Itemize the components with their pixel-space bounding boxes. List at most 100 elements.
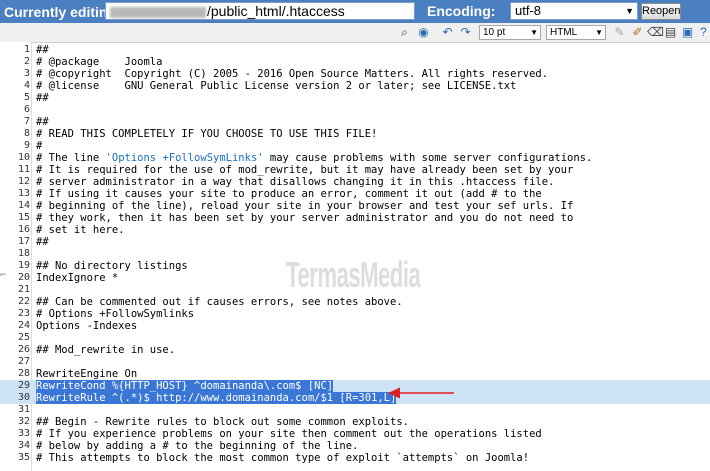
chevron-down-icon: ▼ xyxy=(530,28,538,37)
line-number: 18 xyxy=(17,248,30,259)
code-line[interactable]: 27 xyxy=(0,356,710,368)
line-number: 26 xyxy=(17,344,30,355)
code-line[interactable]: 28 RewriteEngine On xyxy=(0,368,710,380)
code-text: ## No directory listings xyxy=(36,260,188,272)
code-segment: ## No directory listings xyxy=(36,260,188,272)
help-icon[interactable]: ? xyxy=(696,25,710,40)
line-number: 28 xyxy=(17,368,30,379)
goto-icon[interactable]: ◉ xyxy=(416,25,431,40)
code-line[interactable]: 5 ## xyxy=(0,92,710,104)
line-number: 33 xyxy=(17,428,30,439)
encoding-select[interactable]: utf-8 ▼ xyxy=(510,2,638,20)
code-line[interactable]: 12 # server administrator in a way that d… xyxy=(0,176,710,188)
code-line[interactable]: 11 # It is required for the use of mod_re… xyxy=(0,164,710,176)
code-segment: # @copyright Copyright (C) 2005 - 2016 O… xyxy=(36,68,549,80)
code-line[interactable]: 29 RewriteCond %{HTTP_HOST} ^domainanda\.… xyxy=(0,380,710,392)
redo-icon[interactable]: ↷ xyxy=(458,25,473,40)
string-literal: 'Options +FollowSymLinks' xyxy=(105,152,264,164)
line-number: 8 xyxy=(23,128,30,139)
line-number: 24 xyxy=(17,320,30,331)
code-text: # This attempts to block the most common… xyxy=(36,452,529,464)
code-line[interactable]: 33 # If you experience problems on your s… xyxy=(0,428,710,440)
code-segment: ## xyxy=(36,236,49,248)
code-line[interactable]: 26 ## Mod_rewrite in use. xyxy=(0,344,710,356)
syntax-value: HTML xyxy=(550,27,578,38)
code-text: Options -Indexes xyxy=(36,320,137,332)
code-text: ## Can be commented out if causes errors… xyxy=(36,296,403,308)
line-number: 14 xyxy=(17,200,30,211)
code-line[interactable]: 8 # READ THIS COMPLETELY IF YOU CHOOSE TO… xyxy=(0,128,710,140)
search-icon[interactable]: ⌕ xyxy=(397,25,412,40)
code-line[interactable]: 31 xyxy=(0,404,710,416)
watermark: TermasMedia xyxy=(286,254,421,295)
code-line[interactable]: 22 ## Can be commented out if causes erro… xyxy=(0,296,710,308)
font-size-value: 10 pt xyxy=(483,27,506,38)
file-path-input[interactable]: /public_html/.htaccess xyxy=(105,2,415,20)
code-line[interactable]: 16 # set it here. xyxy=(0,224,710,236)
code-line[interactable]: 3 # @copyright Copyright (C) 2005 - 2016 … xyxy=(0,68,710,80)
save-icon[interactable]: ▣ xyxy=(680,25,695,40)
code-line[interactable]: 14 # beginning of the line), reload your … xyxy=(0,200,710,212)
line-number: 31 xyxy=(17,404,30,415)
code-text: # If you experience problems on your sit… xyxy=(36,428,542,440)
code-line[interactable]: 35 # This attempts to block the most comm… xyxy=(0,452,710,464)
highlight-icon[interactable]: ✐ xyxy=(630,25,645,40)
code-line[interactable]: 6 xyxy=(0,104,710,116)
code-line[interactable]: 23 # Options +FollowSymlinks xyxy=(0,308,710,320)
code-line[interactable]: 17 ## xyxy=(0,236,710,248)
code-segment: IndexIgnore * xyxy=(36,272,119,284)
code-line[interactable]: 1 ## xyxy=(0,44,710,56)
code-line[interactable]: 24 Options -Indexes xyxy=(0,320,710,332)
code-segment: # set it here. xyxy=(36,224,125,236)
code-text: # @package Joomla xyxy=(36,56,162,68)
code-line[interactable]: 7 ## xyxy=(0,116,710,128)
line-number: 11 xyxy=(17,164,30,175)
code-segment: ## Can be commented out if causes errors… xyxy=(36,296,403,308)
code-line[interactable]: 15 # they work, then it has been set by y… xyxy=(0,212,710,224)
code-line[interactable]: 30 RewriteRule ^(.*)$ http://www.domainan… xyxy=(0,392,710,404)
code-text: IndexIgnore * xyxy=(36,272,118,284)
reopen-button[interactable]: Reopen xyxy=(641,3,681,20)
code-line[interactable]: 13 # If using it causes your site to prod… xyxy=(0,188,710,200)
code-line[interactable]: 4 # @license GNU General Public License v… xyxy=(0,80,710,92)
line-number: 9 xyxy=(23,140,30,151)
code-line[interactable]: 25 xyxy=(0,332,710,344)
code-segment: Options -Indexes xyxy=(36,320,138,332)
code-line[interactable]: 2 # @package Joomla xyxy=(0,56,710,68)
code-line[interactable]: 32 ## Begin - Rewrite rules to block out … xyxy=(0,416,710,428)
spellcheck-icon[interactable]: ✎ xyxy=(612,25,627,40)
line-number: 34 xyxy=(17,440,30,451)
code-text: ## xyxy=(36,92,49,104)
font-size-select[interactable]: 10 pt ▼ xyxy=(479,25,541,40)
code-text: # xyxy=(36,140,42,152)
line-number: 21 xyxy=(17,284,30,295)
code-text: # The line 'Options +FollowSymLinks' may… xyxy=(36,152,592,164)
line-number: 2 xyxy=(23,56,30,67)
syntax-select[interactable]: HTML ▼ xyxy=(546,25,606,40)
code-segment: # READ THIS COMPLETELY IF YOU CHOOSE TO … xyxy=(36,128,378,140)
code-text: ## xyxy=(36,44,49,56)
encoding-label: Encoding: xyxy=(427,3,496,19)
undo-icon[interactable]: ↶ xyxy=(440,25,455,40)
currently-editing-label: Currently editing: xyxy=(4,3,121,20)
line-number: 5 xyxy=(23,92,30,103)
code-segment: RewriteCond %{HTTP_HOST} ^domainanda\.co… xyxy=(36,380,334,392)
line-number: 15 xyxy=(17,212,30,223)
chevron-down-icon: ▼ xyxy=(595,28,603,37)
line-number: 35 xyxy=(17,452,30,463)
code-segment: RewriteRule ^(.*)$ http://www.domainanda… xyxy=(36,392,397,404)
code-segment: # This attempts to block the most common… xyxy=(36,452,530,464)
code-line[interactable]: 34 # below by adding a # to the beginning… xyxy=(0,440,710,452)
document-icon[interactable]: ▤ xyxy=(663,25,678,40)
line-number: 7 xyxy=(23,116,30,127)
code-text: # set it here. xyxy=(36,224,125,236)
code-segment: # It is required for the use of mod_rewr… xyxy=(36,164,574,176)
code-line[interactable]: 10 # The line 'Options +FollowSymLinks' m… xyxy=(0,152,710,164)
code-segment: ## xyxy=(36,44,49,56)
line-number: 1 xyxy=(23,44,30,55)
line-number: 30 xyxy=(17,392,30,403)
code-line[interactable]: 9 # xyxy=(0,140,710,152)
code-text: RewriteCond %{HTTP_HOST} ^domainanda\.co… xyxy=(36,380,334,392)
eraser-icon[interactable]: ⌫ xyxy=(647,25,664,40)
code-editor[interactable]: 1 ## 2 # @package Joomla 3 # @copyright Copyr… xyxy=(0,42,710,471)
